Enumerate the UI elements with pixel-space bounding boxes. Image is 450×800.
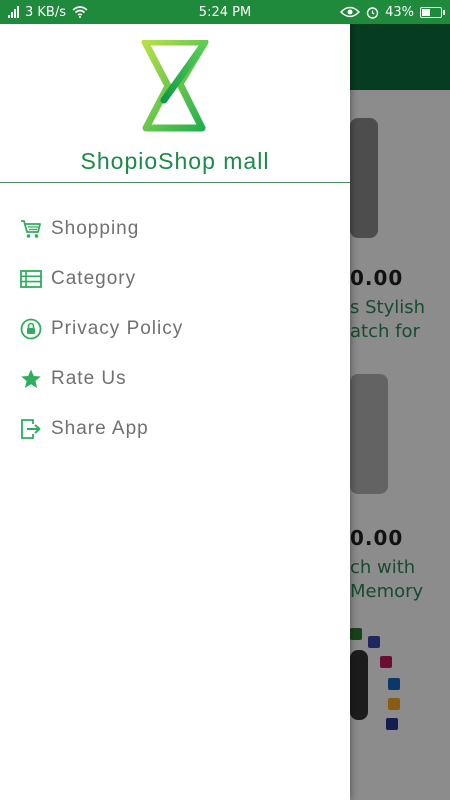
wifi-icon (72, 6, 88, 18)
eye-icon (340, 6, 361, 18)
menu-item-rate-us[interactable]: Rate Us (0, 354, 350, 404)
status-left: 3 KB/s (8, 5, 158, 20)
battery-percent: 43% (385, 4, 414, 20)
drawer-divider (0, 182, 350, 183)
star-icon (20, 368, 42, 390)
signal-icon (8, 6, 19, 18)
list-icon (20, 268, 42, 290)
share-icon (20, 418, 42, 440)
battery-icon (420, 6, 445, 18)
menu-item-shopping[interactable]: Shopping (0, 204, 350, 254)
menu-item-label: Shopping (51, 218, 140, 239)
menu-item-label: Privacy Policy (51, 318, 184, 339)
menu-item-label: Rate Us (51, 368, 127, 389)
shopioshop-logo-icon (141, 40, 209, 132)
menu-item-label: Category (51, 268, 137, 289)
menu-item-category[interactable]: Category (0, 254, 350, 304)
battery-fill (422, 8, 430, 16)
navigation-drawer: ShopioShop mall Shopping Category Privac… (0, 24, 350, 800)
menu-item-privacy-policy[interactable]: Privacy Policy (0, 304, 350, 354)
menu-item-share-app[interactable]: Share App (0, 404, 350, 454)
menu-item-label: Share App (51, 418, 149, 439)
status-bar: 3 KB/s 5:24 PM 43% (0, 0, 450, 24)
lock-icon (20, 318, 42, 340)
network-speed: 3 KB/s (25, 4, 66, 20)
cart-icon (20, 218, 42, 240)
alarm-icon (366, 6, 379, 19)
brand-title: ShopioShop mall (80, 148, 270, 174)
status-right: 43% (292, 4, 445, 20)
clock: 5:24 PM (198, 4, 252, 20)
drawer-menu: Shopping Category Privacy Policy Rate Us… (0, 204, 350, 454)
